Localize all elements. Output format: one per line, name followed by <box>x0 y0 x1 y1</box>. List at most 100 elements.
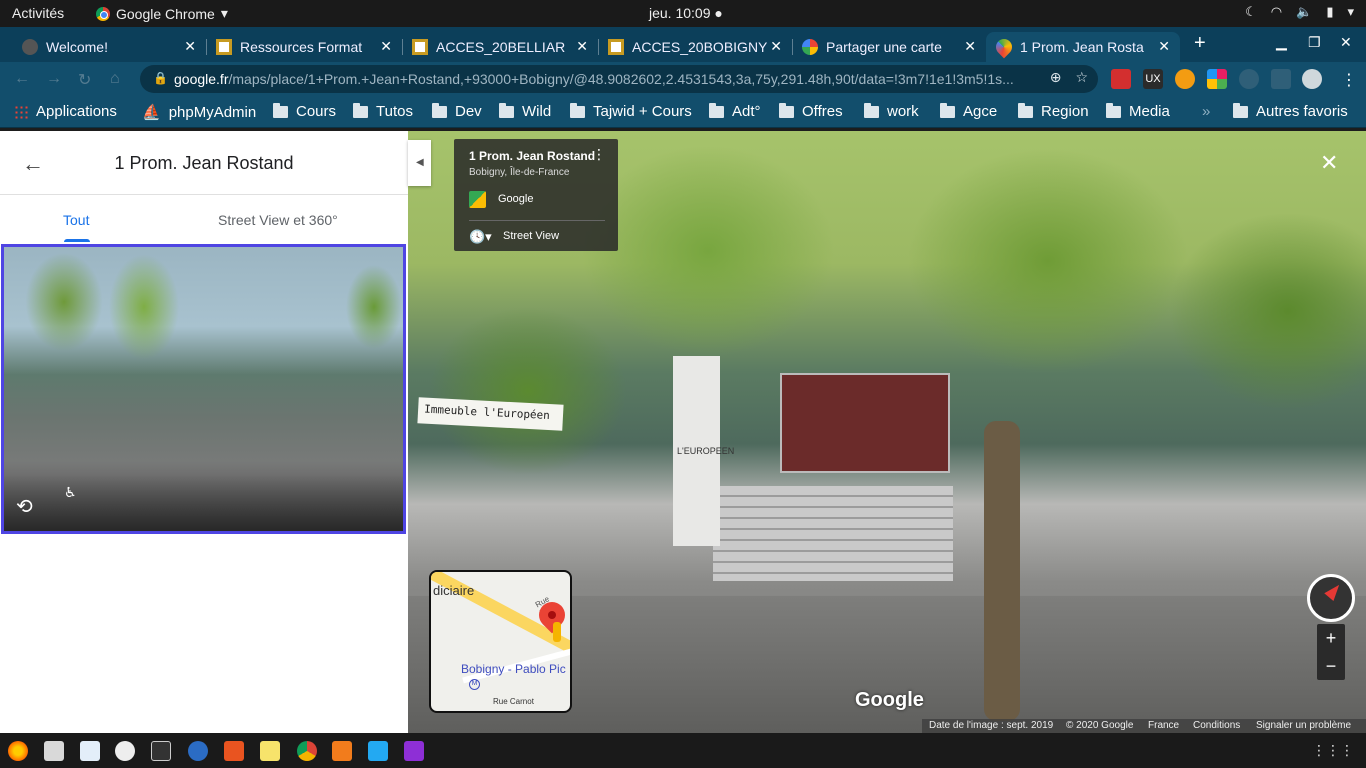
folder-icon <box>1106 102 1121 118</box>
bookmarks-bar: Applications ⛵ phpMyAdmin Cours Tutos Dev… <box>0 96 1366 128</box>
back-icon[interactable]: ← <box>14 70 30 88</box>
tab-acces-belliard[interactable]: ACCES_20BELLIAR ✕ <box>402 32 598 62</box>
extension-icon[interactable] <box>1239 69 1259 89</box>
maps-logo-icon <box>469 191 486 208</box>
bookmarks-overflow-button[interactable]: » <box>1202 103 1210 120</box>
forward-icon[interactable]: → <box>46 70 62 88</box>
bookmark-region[interactable]: Region <box>1018 102 1089 120</box>
close-tab-icon[interactable]: ✕ <box>184 38 196 55</box>
owl-extension-icon[interactable] <box>1175 69 1195 89</box>
software-center-icon[interactable] <box>224 741 244 761</box>
close-street-view-icon[interactable]: ✕ <box>1320 150 1338 176</box>
bookmark-agce[interactable]: Agce <box>940 102 997 120</box>
colorpick-extension-icon[interactable] <box>1207 69 1227 89</box>
close-tab-icon[interactable]: ✕ <box>964 38 976 55</box>
rotate-360-icon: ⟲ <box>16 496 33 518</box>
report-problem-link[interactable]: Signaler un problème <box>1256 720 1351 731</box>
close-tab-icon[interactable]: ✕ <box>1158 38 1170 55</box>
clock[interactable]: jeu. 10:09 ● <box>649 5 723 21</box>
compass-icon[interactable] <box>1307 574 1355 622</box>
updater-icon[interactable] <box>115 741 135 761</box>
tab-tout[interactable]: Tout <box>63 212 89 228</box>
system-tray[interactable]: ☾ ◠ 🔈 ▮ ▾ <box>1245 4 1354 20</box>
bookmark-media[interactable]: Media <box>1106 102 1170 120</box>
chrome-icon[interactable] <box>297 741 317 761</box>
bookmark-offres[interactable]: Offres <box>779 102 843 120</box>
close-tab-icon[interactable]: ✕ <box>380 38 392 55</box>
wifi-icon[interactable]: ◠ <box>1271 4 1282 20</box>
chevron-down-icon[interactable]: ▾ <box>1347 4 1354 20</box>
more-vert-icon[interactable]: ⋮ <box>1341 70 1357 90</box>
close-tab-icon[interactable]: ✕ <box>770 38 782 55</box>
bookmark-cours[interactable]: Cours <box>273 102 336 120</box>
bookmark-phpmyadmin[interactable]: ⛵ phpMyAdmin <box>142 103 256 122</box>
pegman-icon <box>553 622 561 642</box>
reload-icon[interactable]: ↻ <box>78 70 91 90</box>
tree-trunk <box>984 421 1020 721</box>
terminal-icon[interactable] <box>151 741 171 761</box>
bookmark-work[interactable]: work <box>864 102 919 120</box>
files-icon[interactable] <box>44 741 64 761</box>
vscode-icon[interactable] <box>368 741 388 761</box>
new-tab-button[interactable]: + <box>1194 32 1206 55</box>
document-icon[interactable] <box>80 741 100 761</box>
help-icon[interactable] <box>188 741 208 761</box>
star-icon[interactable]: ☆ <box>1075 69 1088 86</box>
street-view-thumbnail[interactable]: ♿ ⟲ <box>1 244 406 534</box>
time-travel-icon[interactable]: 🕓▾ <box>469 229 492 245</box>
tab-welcome[interactable]: Welcome! ✕ <box>12 32 206 62</box>
firefox-icon[interactable] <box>8 741 28 761</box>
building-totem: L'EUROPEEN <box>673 356 734 546</box>
avatar[interactable] <box>1302 69 1322 89</box>
system-topbar: Activités Google Chrome ▾ jeu. 10:09 ● ☾… <box>0 0 1366 27</box>
accessibility-icon: ♿ <box>64 484 77 500</box>
zoom-in-button[interactable]: + <box>1317 624 1345 652</box>
tab-maps-active[interactable]: 1 Prom. Jean Rosta ✕ <box>986 32 1180 62</box>
battery-icon[interactable]: ▮ <box>1326 4 1333 20</box>
tab-partager-carte[interactable]: Partager une carte ✕ <box>792 32 986 62</box>
volume-icon[interactable]: 🔈 <box>1296 4 1312 20</box>
puzzle-icon[interactable] <box>1271 69 1291 89</box>
tab-street-view-360[interactable]: Street View et 360° <box>218 212 338 228</box>
map-label: diciaire <box>433 583 475 598</box>
bookmark-applications[interactable]: Applications <box>14 103 117 120</box>
zoom-out-button[interactable]: − <box>1317 652 1345 680</box>
phpstorm-icon[interactable] <box>404 741 424 761</box>
show-apps-icon[interactable]: ⋮⋮⋮ <box>1312 742 1354 759</box>
extension-icon[interactable] <box>1111 69 1131 89</box>
add-icon[interactable]: ⊕ <box>1050 69 1062 86</box>
tab-acces-bobigny[interactable]: ACCES_20BOBIGNY ✕ <box>598 32 792 62</box>
chrome-icon <box>96 6 110 21</box>
copyright[interactable]: © 2020 Google <box>1066 720 1133 731</box>
sublime-text-icon[interactable] <box>332 741 352 761</box>
map-street-label: Rue Carnot <box>493 697 534 706</box>
bookmark-dev[interactable]: Dev <box>432 102 482 120</box>
folder-icon <box>864 102 879 118</box>
bookmark-other[interactable]: Autres favoris <box>1233 102 1348 120</box>
app-menu[interactable]: Google Chrome ▾ <box>96 5 228 22</box>
place-side-panel: ← 1 Prom. Jean Rostand Tout Street View … <box>0 131 408 733</box>
bookmark-adt[interactable]: Adt° <box>709 102 761 120</box>
window-close-icon[interactable]: ✕ <box>1340 34 1352 51</box>
card-subtitle: Bobigny, Île-de-France <box>469 167 570 178</box>
mini-map[interactable]: diciaire Rue Rene Bobigny - Pablo Pic M … <box>429 570 572 713</box>
bookmark-wild[interactable]: Wild <box>499 102 551 120</box>
address-bar[interactable]: 🔒 google.fr/maps/place/1+Prom.+Jean+Rost… <box>140 65 1098 93</box>
lock-icon[interactable]: 🔒 <box>153 71 168 85</box>
card-title[interactable]: 1 Prom. Jean Rostand <box>469 149 595 163</box>
bookmark-tutos[interactable]: Tutos <box>353 102 413 120</box>
collapse-panel-button[interactable]: ◀ <box>408 140 431 186</box>
bookmark-tajwid[interactable]: Tajwid + Cours <box>570 102 692 120</box>
activities-button[interactable]: Activités <box>12 5 64 21</box>
terms-link[interactable]: Conditions <box>1193 720 1240 731</box>
maximize-icon[interactable]: ❐ <box>1308 34 1321 51</box>
notes-icon[interactable] <box>260 741 280 761</box>
close-tab-icon[interactable]: ✕ <box>576 38 588 55</box>
minimize-icon[interactable]: ▁ <box>1276 34 1287 51</box>
home-icon[interactable]: ⌂ <box>110 70 120 88</box>
country-link[interactable]: France <box>1148 720 1179 731</box>
more-vert-icon[interactable]: ⋮ <box>592 147 606 161</box>
night-mode-icon[interactable]: ☾ <box>1245 4 1257 20</box>
tab-ressources[interactable]: Ressources Format ✕ <box>206 32 402 62</box>
ux-extension-icon[interactable]: UX <box>1143 69 1163 89</box>
